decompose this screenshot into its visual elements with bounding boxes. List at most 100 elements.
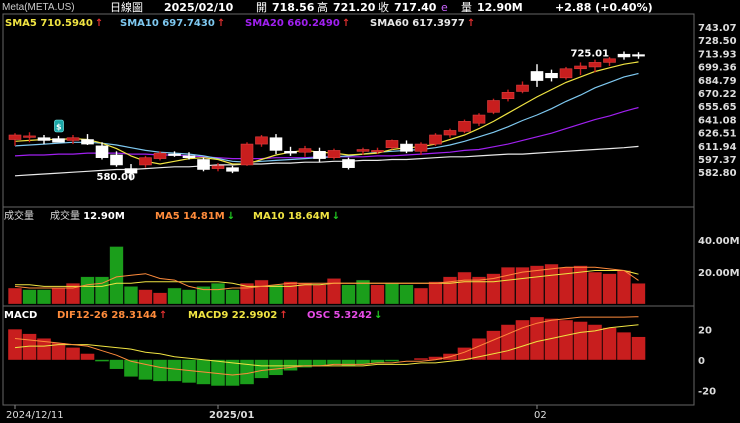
volume-bar — [631, 283, 646, 305]
candle — [429, 133, 442, 146]
legend-macd9: MACD9 22.9902 ↑ — [188, 310, 288, 321]
osc-bar — [602, 327, 617, 360]
header-date: 2025/02/10 — [164, 1, 234, 14]
volume-bar — [501, 267, 515, 305]
legend-sma60: SMA60 617.3977 ↑ — [370, 18, 475, 29]
low-price-annotation: 580.00 — [97, 172, 136, 183]
volume-bar — [109, 246, 124, 305]
legend-dif: DIF12-26 28.3144 ↑ — [57, 310, 167, 321]
osc-bar — [559, 320, 573, 360]
candle-body — [574, 65, 587, 70]
candle-body — [313, 151, 326, 159]
volume-bar — [457, 271, 472, 305]
candle-body — [81, 139, 94, 145]
candle-body — [458, 121, 471, 132]
macd-tick-label: -20 — [698, 386, 716, 397]
candle-body — [356, 149, 370, 152]
osc-bar — [573, 321, 588, 360]
osc-bar — [501, 324, 515, 360]
candle-body — [545, 72, 558, 79]
macd-tick-label: 20 — [698, 325, 712, 336]
close-flag: e — [441, 1, 448, 14]
candle-body — [429, 134, 442, 145]
candle-body — [632, 54, 645, 57]
volume-bar — [225, 289, 240, 305]
vol-label: 量 — [461, 1, 472, 14]
candle-body — [516, 84, 529, 92]
candle-body — [269, 137, 283, 151]
osc-bar — [254, 359, 269, 379]
osc-bar — [109, 359, 124, 369]
price-tick-label: 611.94 — [698, 142, 737, 153]
candle — [342, 157, 355, 170]
volume-bar — [196, 286, 211, 305]
osc-bar — [95, 359, 109, 362]
chart-root: Meta(META.US) 日線圖 2025/02/10 開 718.56 高 … — [0, 0, 740, 423]
candle-body — [197, 159, 210, 170]
osc-bar — [8, 329, 22, 360]
high-price-annotation: 725.01 — [571, 48, 610, 59]
price-tick-label: 626.51 — [698, 129, 737, 140]
macd-tick-label: 0 — [698, 356, 705, 367]
osc-bar — [283, 359, 298, 371]
change-value: +2.88 (+0.40%) — [555, 1, 653, 14]
vol-value: 12.90M — [477, 1, 523, 14]
volume-panel-title: 成交量 — [4, 209, 34, 222]
candle-body — [284, 151, 297, 154]
candle — [327, 148, 341, 160]
candle-body — [23, 135, 36, 138]
volume-bar — [588, 271, 602, 305]
osc-bar — [269, 359, 283, 376]
volume-bar — [138, 289, 153, 305]
candle-body — [588, 62, 602, 68]
symbol-label: Meta(META.US) — [2, 2, 75, 13]
price-tick-label: 597.37 — [698, 155, 737, 166]
volume-bar — [22, 289, 37, 305]
candle-body — [443, 130, 457, 136]
x-tick-label: 2024/12/11 — [6, 410, 64, 421]
legend-osc: OSC 5.3242 ↓ — [307, 310, 383, 321]
candle-body — [414, 143, 428, 152]
legend-sma5: SMA5 710.5940 ↑ — [5, 18, 103, 29]
candle — [458, 119, 471, 134]
dividend-marker-glyph: $ — [56, 123, 62, 132]
dividend-marker-icon: $ — [54, 119, 64, 133]
candle — [487, 98, 500, 115]
volume-bar — [298, 283, 312, 305]
candle-body — [487, 100, 500, 113]
price-tick-label: 743.07 — [698, 23, 737, 34]
candle-body — [327, 150, 341, 158]
legend-sma10: SMA10 697.7430 ↑ — [120, 18, 225, 29]
volume-bar — [211, 283, 225, 305]
volume-bar — [414, 287, 428, 305]
candle-body — [400, 143, 413, 152]
volume-bar — [124, 286, 138, 305]
volume-tick-label: 40.00M — [698, 236, 740, 247]
volume-legend: 成交量 成交量 12.90M MA5 14.81M ↓ MA10 18.64M ↓ — [4, 209, 340, 222]
volume-bar — [254, 279, 269, 305]
candle-body — [8, 134, 22, 140]
price-tick-label: 670.22 — [698, 89, 737, 100]
candle — [559, 66, 573, 80]
high-label: 高 — [317, 0, 328, 14]
macd-legend: MACD DIF12-26 28.3144 ↑ MACD9 22.9902 ↑ OS… — [4, 310, 383, 321]
volume-bar — [617, 270, 631, 305]
candle-body — [501, 92, 515, 99]
candle-body — [168, 153, 181, 156]
volume-bar — [472, 276, 486, 305]
volume-bar — [544, 263, 559, 305]
legend-vol-ma5: MA5 14.81M ↓ — [155, 211, 235, 222]
volume-bar — [283, 281, 298, 305]
candle-body — [240, 143, 254, 166]
osc-bar — [370, 359, 385, 363]
volume-bar — [428, 281, 443, 305]
osc-bar — [138, 359, 153, 380]
volume-bar — [182, 289, 196, 305]
volume-tick-label: 20.00M — [698, 268, 740, 279]
candle — [240, 142, 254, 166]
volume-bar — [269, 284, 283, 305]
osc-bar — [80, 353, 95, 360]
price-tick-label: 582.80 — [698, 168, 737, 179]
osc-bar — [341, 359, 356, 366]
legend-vol-ma10: MA10 18.64M ↓ — [253, 211, 340, 222]
